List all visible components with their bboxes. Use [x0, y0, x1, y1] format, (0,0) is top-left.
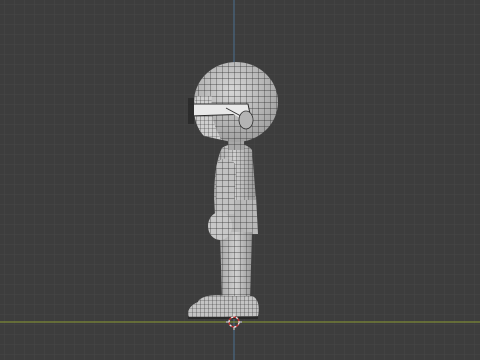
viewport-canvas[interactable]	[0, 0, 480, 360]
3d-viewport[interactable]	[0, 0, 480, 360]
